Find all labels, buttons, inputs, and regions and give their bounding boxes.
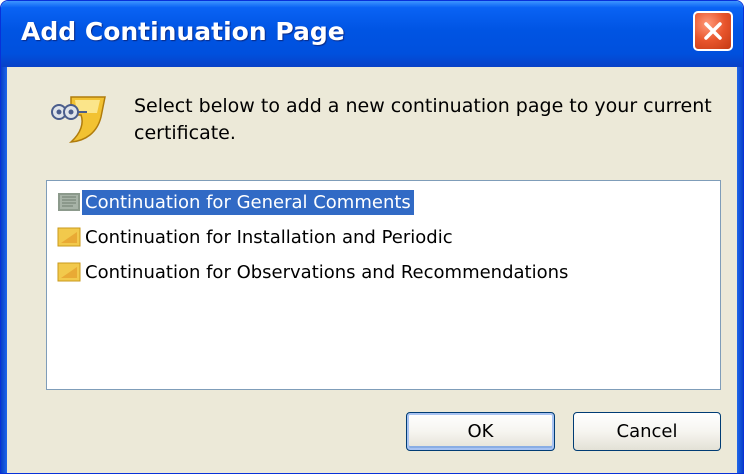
- page-icon: [57, 262, 81, 282]
- page-icon: [58, 193, 80, 211]
- add-continuation-page-dialog: Add Continuation Page Select below to ad…: [0, 0, 744, 474]
- list-item-observations-recommendations[interactable]: Continuation for Observations and Recomm…: [57, 257, 571, 287]
- list-item-label: Continuation for Observations and Recomm…: [85, 261, 569, 283]
- dialog-body: Select below to add a new continuation p…: [7, 67, 737, 473]
- list-item-installation-periodic[interactable]: Continuation for Installation and Period…: [57, 222, 456, 252]
- title-bar[interactable]: Add Continuation Page: [1, 1, 743, 67]
- continuation-page-list[interactable]: Continuation for General Comments Contin…: [46, 180, 721, 390]
- dialog-title: Add Continuation Page: [21, 17, 345, 46]
- close-button[interactable]: [693, 11, 733, 51]
- instruction-text: Select below to add a new continuation p…: [134, 95, 712, 144]
- window-frame-right: [737, 67, 743, 473]
- list-item-label: Continuation for Installation and Period…: [85, 226, 453, 248]
- list-item-general-comments[interactable]: Continuation for General Comments: [57, 187, 414, 217]
- cancel-button[interactable]: Cancel: [573, 412, 721, 451]
- close-x-icon: [704, 22, 722, 40]
- ok-button[interactable]: OK: [406, 412, 555, 451]
- page-icon: [57, 227, 81, 247]
- list-item-label: Continuation for General Comments: [82, 189, 414, 215]
- wizard-info-icon: [51, 96, 106, 143]
